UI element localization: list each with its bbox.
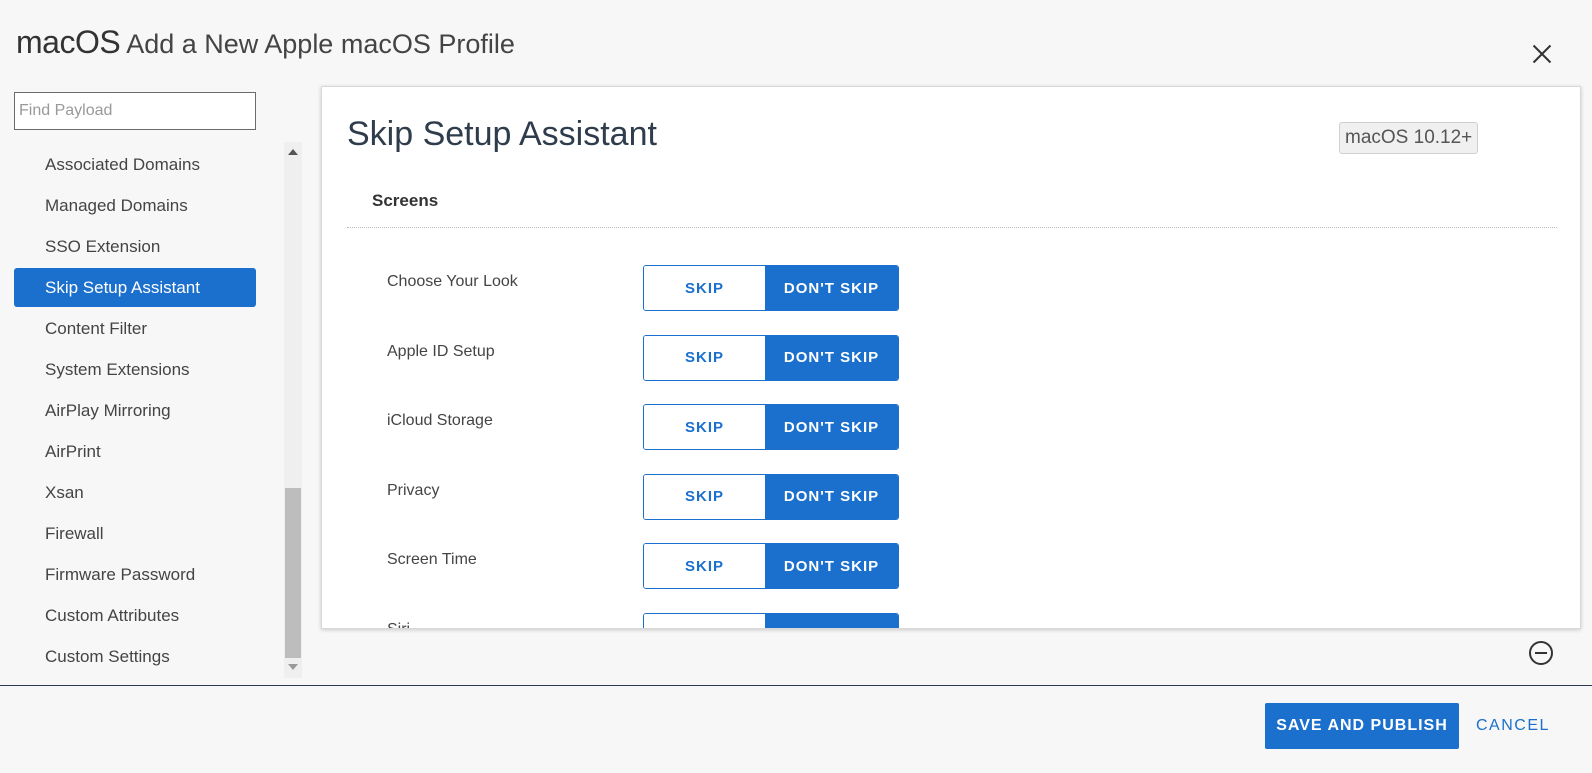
sidebar-item-skip-setup-assistant[interactable]: Skip Setup Assistant (14, 268, 256, 307)
screen-row: Apple ID Setup SKIP DON'T SKIP (322, 334, 1580, 405)
sidebar-item-sso-extension[interactable]: SSO Extension (14, 227, 256, 266)
skip-button[interactable]: SKIP (644, 474, 765, 519)
screens-list: Choose Your Look SKIP DON'T SKIP Apple I… (322, 265, 1580, 629)
skip-toggle: SKIP DON'T SKIP (643, 612, 899, 628)
find-payload-input[interactable] (14, 92, 256, 130)
dont-skip-button[interactable]: DON'T SKIP (765, 544, 898, 588)
sidebar-item-airprint[interactable]: AirPrint (14, 432, 256, 471)
skip-toggle: SKIP DON'T SKIP (643, 265, 899, 311)
sidebar-item-firmware-password[interactable]: Firmware Password (14, 555, 256, 594)
payload-panel: Skip Setup Assistant macOS 10.12+ Screen… (321, 86, 1581, 629)
sidebar-item-label: AirPrint (45, 441, 101, 461)
remove-circle-icon[interactable] (1529, 641, 1553, 665)
sidebar-item-airplay-mirroring[interactable]: AirPlay Mirroring (14, 391, 256, 430)
section-divider (347, 227, 1557, 228)
sidebar-item-label: AirPlay Mirroring (45, 400, 171, 420)
dont-skip-button[interactable]: DON'T SKIP (765, 474, 898, 519)
sidebar-item-associated-domains[interactable]: Associated Domains (14, 145, 256, 184)
sidebar-item-content-filter[interactable]: Content Filter (14, 309, 256, 348)
sidebar-item-firewall[interactable]: Firewall (14, 514, 256, 553)
payload-sidebar: Associated Domains Managed Domains SSO E… (14, 145, 256, 678)
screen-label: Choose Your Look (387, 273, 518, 290)
screen-row: Siri SKIP DON'T SKIP (322, 612, 1580, 629)
dont-skip-button[interactable]: DON'T SKIP (765, 613, 898, 628)
sidebar-item-label: Skip Setup Assistant (45, 277, 200, 297)
skip-button[interactable]: SKIP (644, 266, 765, 310)
page-title: Add a New Apple macOS Profile (126, 29, 515, 59)
sidebar-item-label: System Extensions (45, 359, 190, 379)
skip-toggle: SKIP DON'T SKIP (643, 334, 899, 381)
sidebar-item-label: Firewall (45, 523, 104, 543)
skip-button[interactable]: SKIP (644, 405, 765, 449)
section-label: Screens (372, 191, 439, 210)
page-header: macOS Add a New Apple macOS Profile (16, 24, 515, 64)
scroll-down-arrow-icon[interactable] (288, 664, 298, 670)
sidebar-item-label: Content Filter (45, 318, 148, 338)
sidebar-item-label: Associated Domains (45, 154, 200, 174)
scroll-up-arrow-icon[interactable] (288, 149, 298, 155)
os-label: macOS (16, 24, 121, 60)
footer-bar: SAVE AND PUBLISH CANCEL (0, 685, 1592, 773)
sidebar-item-custom-settings[interactable]: Custom Settings (14, 637, 256, 676)
screen-label: Privacy (387, 481, 440, 499)
screen-row: Screen Time SKIP DON'T SKIP (322, 543, 1580, 613)
skip-button[interactable]: SKIP (644, 544, 765, 588)
skip-toggle: SKIP DON'T SKIP (643, 543, 899, 589)
cancel-button[interactable]: CANCEL (1476, 703, 1550, 749)
sidebar-item-label: Firmware Password (45, 564, 196, 584)
sidebar-scrollbar[interactable] (284, 142, 302, 678)
dont-skip-button[interactable]: DON'T SKIP (765, 266, 898, 310)
close-icon[interactable] (1528, 40, 1556, 68)
sidebar-item-managed-domains[interactable]: Managed Domains (14, 186, 256, 225)
screen-row: iCloud Storage SKIP DON'T SKIP (322, 404, 1580, 474)
skip-toggle: SKIP DON'T SKIP (643, 473, 899, 520)
scrollbar-thumb[interactable] (285, 488, 301, 658)
sidebar-item-label: Xsan (45, 482, 84, 502)
sidebar-item-label: Custom Settings (45, 646, 170, 666)
save-and-publish-button[interactable]: SAVE AND PUBLISH (1265, 703, 1459, 749)
screen-label: Siri (387, 620, 411, 629)
screen-row: Privacy SKIP DON'T SKIP (322, 473, 1580, 544)
screen-label: iCloud Storage (387, 412, 493, 429)
screen-row: Choose Your Look SKIP DON'T SKIP (322, 265, 1580, 335)
sidebar-item-system-extensions[interactable]: System Extensions (14, 350, 256, 389)
os-version-badge: macOS 10.12+ (1339, 122, 1479, 154)
skip-button[interactable]: SKIP (644, 613, 765, 628)
screen-label: Screen Time (387, 551, 477, 568)
sidebar-item-label: Managed Domains (45, 195, 188, 215)
screen-label: Apple ID Setup (387, 342, 495, 360)
sidebar-item-xsan[interactable]: Xsan (14, 473, 256, 512)
dont-skip-button[interactable]: DON'T SKIP (765, 335, 898, 380)
sidebar-item-label: Custom Attributes (45, 605, 180, 625)
sidebar-item-custom-attributes[interactable]: Custom Attributes (14, 596, 256, 635)
dont-skip-button[interactable]: DON'T SKIP (765, 405, 898, 449)
skip-button[interactable]: SKIP (644, 335, 765, 380)
sidebar-item-label: SSO Extension (45, 236, 161, 256)
skip-toggle: SKIP DON'T SKIP (643, 404, 899, 450)
panel-title: Skip Setup Assistant (347, 115, 657, 153)
